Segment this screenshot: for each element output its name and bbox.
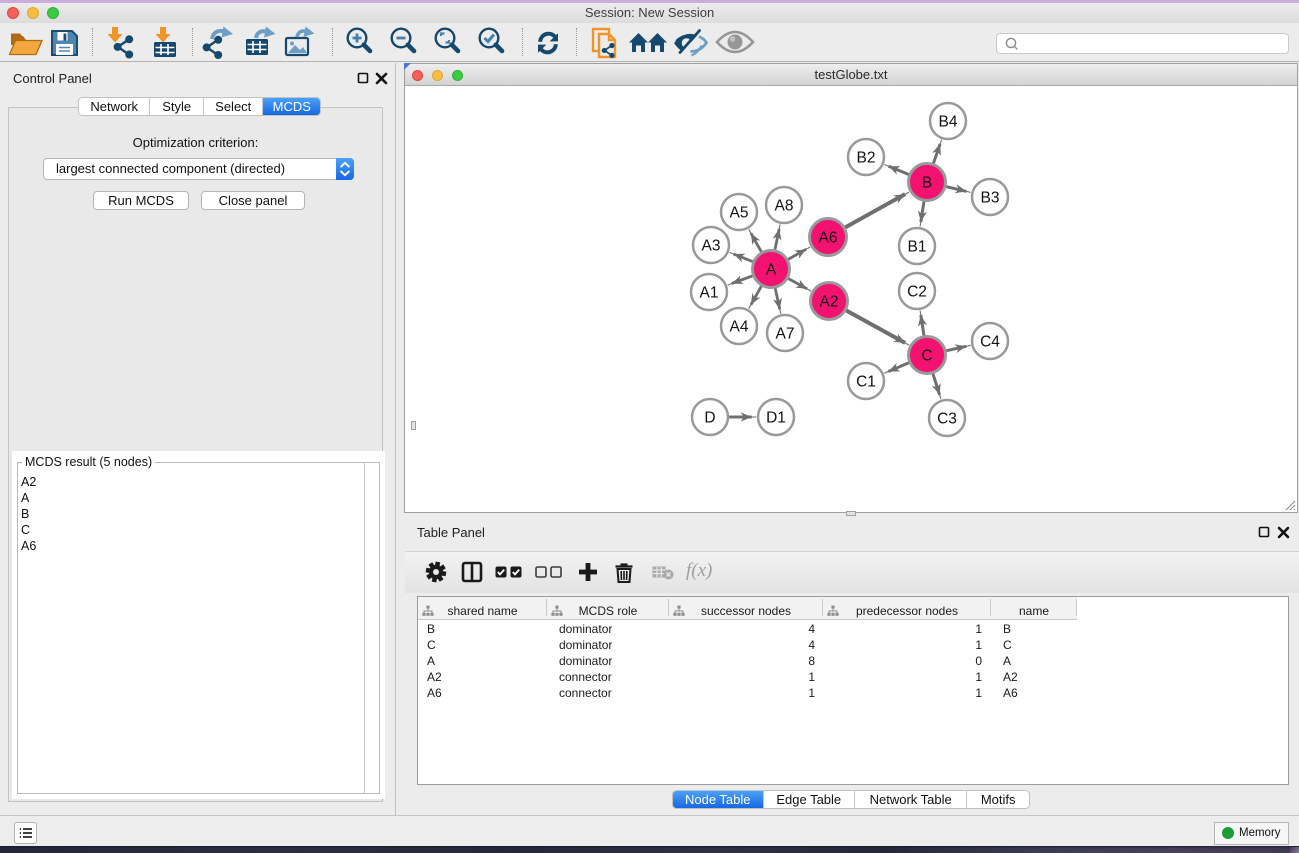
svg-text:A4: A4 (730, 319, 749, 336)
svg-text:A3: A3 (702, 238, 721, 255)
svg-text:B: B (922, 175, 932, 192)
svg-text:C1: C1 (856, 374, 876, 391)
svg-text:B3: B3 (981, 190, 1000, 207)
svg-text:C3: C3 (937, 411, 957, 428)
svg-text:D: D (704, 410, 715, 427)
svg-text:A5: A5 (730, 205, 749, 222)
svg-text:A2: A2 (820, 294, 839, 311)
svg-text:A6: A6 (819, 230, 838, 247)
svg-text:B1: B1 (908, 239, 927, 256)
svg-text:B4: B4 (939, 114, 958, 131)
svg-text:A1: A1 (700, 285, 719, 302)
svg-text:D1: D1 (766, 410, 786, 427)
svg-text:C4: C4 (980, 334, 1000, 351)
svg-text:B2: B2 (857, 150, 876, 167)
svg-text:A7: A7 (776, 326, 795, 343)
svg-text:A8: A8 (775, 198, 794, 215)
svg-text:C2: C2 (907, 284, 927, 301)
svg-text:A: A (766, 262, 777, 279)
svg-text:C: C (921, 348, 932, 365)
